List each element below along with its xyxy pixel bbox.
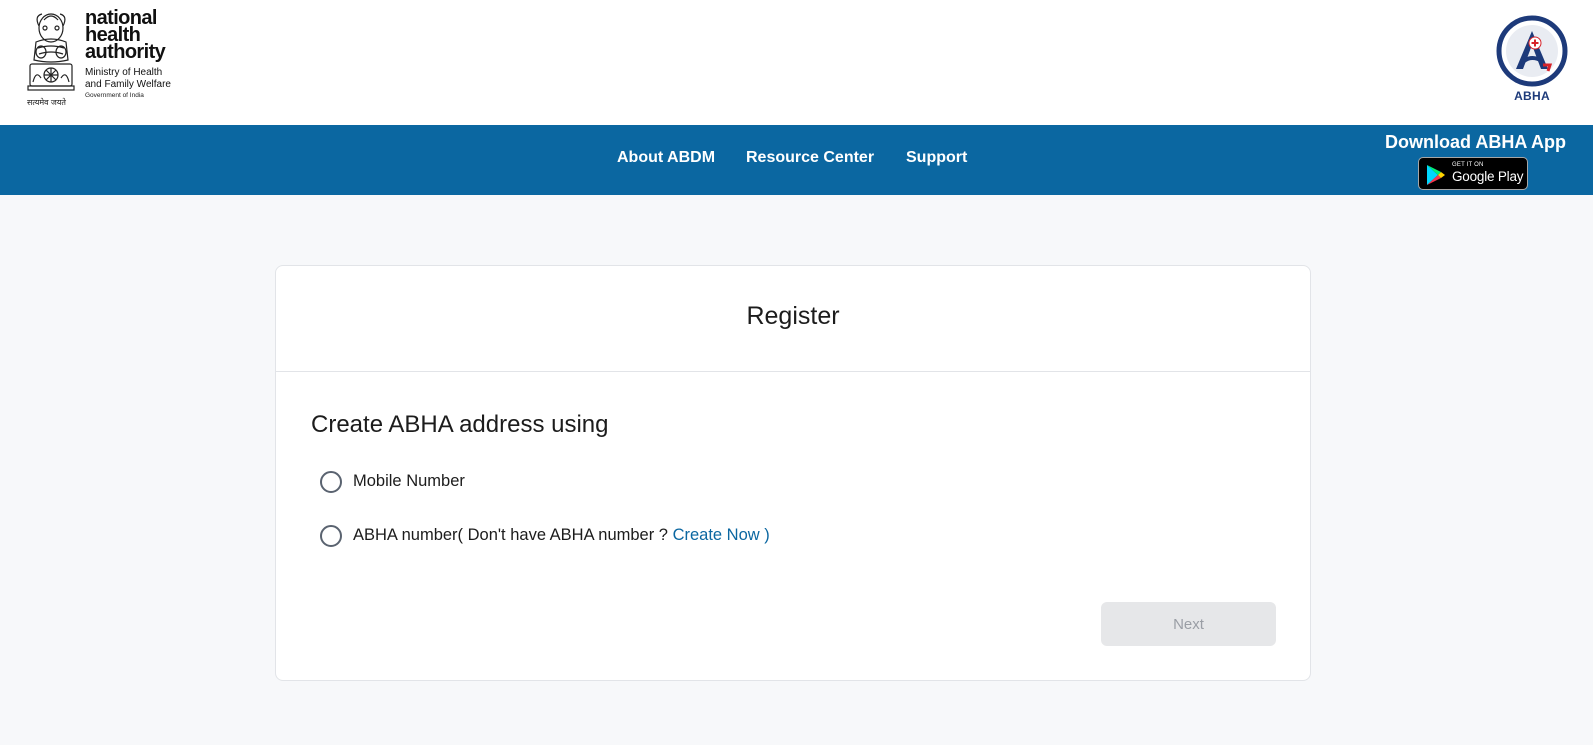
google-play-big-text: Google Play [1452,169,1524,184]
register-card: Register Create ABHA address using Mobil… [275,265,1311,681]
top-header: सत्यमेव जयते national health authority M… [0,0,1593,125]
ministry-name: Ministry of Health and Family Welfare [85,67,171,90]
nha-title: national health authority [85,7,166,63]
section-title: Create ABHA address using [311,411,609,438]
emblem-motto: सत्यमेव जयते [27,98,66,107]
card-header: Register [276,266,1310,372]
abha-logo[interactable]: ABHA [1494,15,1570,107]
download-app-title: Download ABHA App [1385,132,1566,152]
nav-link-resource-center[interactable]: Resource Center [746,149,874,167]
next-button[interactable]: Next [1101,602,1276,646]
radio-button-mobile-number[interactable] [320,471,342,493]
radio-button-abha-number[interactable] [320,525,342,547]
abha-emblem-icon [1496,15,1568,87]
page-title: Register [746,302,840,330]
government-label: Government of India [85,92,144,99]
abha-logo-label: ABHA [1514,89,1550,103]
create-now-link[interactable]: Create Now ) [673,526,770,544]
nha-text-block: national health authority Ministry of He… [85,7,195,99]
radio-label-abha-number-text: ABHA number( Don't have ABHA number ? [353,526,673,544]
radio-label-mobile-number: Mobile Number [353,472,465,490]
google-play-small-text: GET IT ON [1452,162,1484,168]
nha-logo[interactable]: सत्यमेव जयते national health authority M… [22,8,192,112]
main-nav-bar: About ABDM Resource Center Support Downl… [0,125,1593,195]
google-play-icon [1427,165,1445,185]
google-play-badge[interactable]: GET IT ON Google Play [1418,157,1528,190]
nav-link-support[interactable]: Support [906,149,967,167]
radio-label-abha-number: ABHA number( Don't have ABHA number ? Cr… [353,526,770,545]
nav-links: About ABDM Resource Center Support [0,125,1593,195]
nav-link-about-abdm[interactable]: About ABDM [617,149,715,167]
